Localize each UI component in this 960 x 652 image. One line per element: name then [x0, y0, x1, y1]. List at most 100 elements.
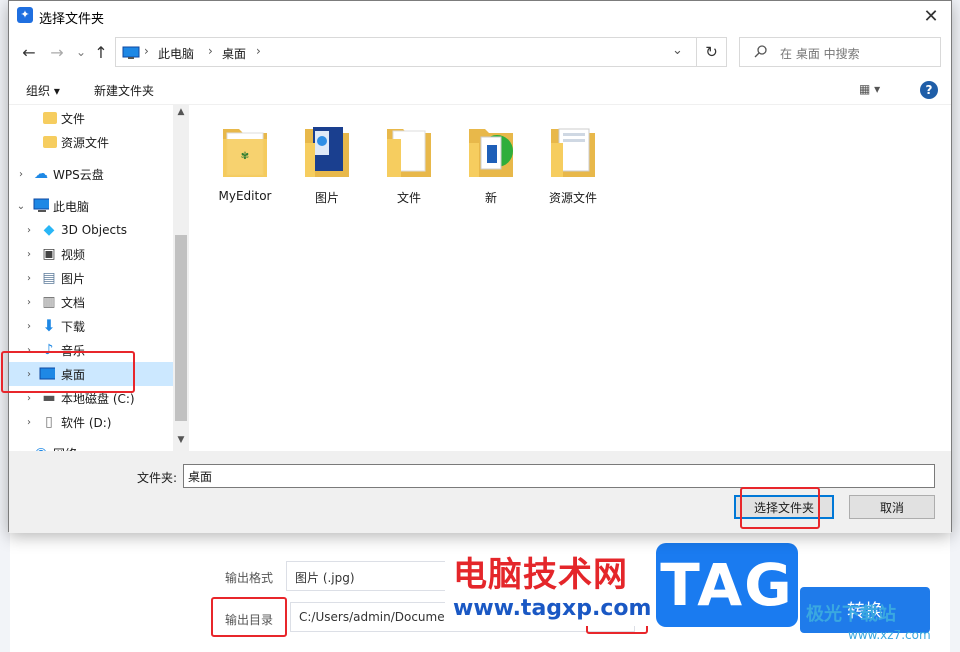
forward-button[interactable]: →	[47, 42, 67, 62]
highlight-output-dir	[211, 597, 287, 637]
tree-item-files[interactable]: 文件	[9, 106, 173, 130]
watermark-site-name: 电脑技术网	[445, 543, 636, 598]
file-item-files[interactable]: 文件	[371, 115, 447, 205]
change-view-button[interactable]: ▦ ▾	[859, 82, 880, 96]
refresh-button[interactable]: ↻	[697, 37, 727, 67]
tree-item-label: WPS云盘	[53, 167, 104, 182]
tree-item-pictures[interactable]: › ▤ 图片	[9, 266, 173, 290]
folder-icon: ✾	[223, 129, 267, 177]
back-button[interactable]: ←	[19, 42, 39, 62]
scroll-up-icon[interactable]: ▲	[173, 107, 189, 121]
breadcrumb-separator: ›	[144, 44, 149, 58]
expand-arrow-icon[interactable]: ›	[23, 249, 35, 260]
folder-icon	[43, 112, 57, 124]
close-icon: ✕	[923, 5, 939, 27]
expand-arrow-icon[interactable]: ›	[23, 273, 35, 284]
scroll-down-icon[interactable]: ▼	[173, 435, 189, 449]
recent-locations-button[interactable]: ⌄	[71, 42, 91, 62]
navigation-bar: ← → ⌄ ↑ › 此电脑 › 桌面 › ⌄ ↻ 在 桌面 中搜索	[9, 34, 951, 70]
tree-item-network[interactable]: › ◉ 网络	[9, 441, 173, 451]
watermark-xz-url: www.xz7.com	[848, 628, 931, 642]
arrow-left-icon: ←	[22, 42, 36, 62]
collapse-arrow-icon[interactable]: ⌄	[15, 201, 27, 212]
file-item-new[interactable]: 新	[453, 115, 529, 205]
address-dropdown-icon[interactable]: ⌄	[672, 43, 683, 58]
file-name: 图片	[314, 191, 339, 205]
tree-item-videos[interactable]: › ▣ 视频	[9, 242, 173, 266]
tree-item-wps-cloud[interactable]: › ☁ WPS云盘	[9, 162, 173, 186]
search-box[interactable]: 在 桌面 中搜索	[739, 37, 941, 67]
chevron-down-icon: ⌄	[75, 45, 87, 59]
breadcrumb-separator: ›	[256, 44, 261, 58]
watermark-url: www.tagxp.com	[445, 596, 651, 626]
dialog-title: 选择文件夹	[39, 12, 105, 27]
watermark-tag-logo: TAG	[656, 543, 798, 627]
folder-label: 文件夹:	[137, 471, 178, 485]
tree-item-this-pc[interactable]: ⌄ 此电脑	[9, 194, 173, 218]
folder-icon	[551, 128, 595, 177]
arrow-right-icon: →	[50, 42, 64, 62]
expand-arrow-icon[interactable]: ›	[23, 297, 35, 308]
file-name: MyEditor	[218, 189, 272, 203]
output-format-select[interactable]: 图片 (.jpg)	[286, 561, 446, 591]
file-list[interactable]: ✾ MyEditor 图片 文件 新 资源文件	[191, 105, 951, 451]
tree-item-label: 3D Objects	[61, 223, 128, 237]
file-item-pictures[interactable]: 图片	[289, 115, 365, 205]
navigation-pane[interactable]: 文件 资源文件 › ☁ WPS云盘 ⌄ 此电脑 › ◆ 3D Objects ›…	[9, 105, 189, 451]
picture-icon: ▤	[42, 270, 56, 286]
select-folder-dialog: ✦ 选择文件夹 ✕ ← → ⌄ ↑ › 此电脑 › 桌面 › ⌄ ↻ 在 桌面 …	[1, 0, 952, 533]
tree-item-downloads[interactable]: › ⬇ 下载	[9, 314, 173, 338]
expand-arrow-icon[interactable]: ›	[23, 393, 35, 404]
tree-item-label: 下载	[61, 319, 86, 334]
download-icon: ⬇	[42, 316, 56, 335]
dialog-titlebar: ✦ 选择文件夹 ✕	[9, 1, 951, 31]
cancel-button[interactable]: 取消	[849, 495, 935, 519]
file-name: 新	[484, 191, 497, 205]
tree-item-label: 文档	[61, 295, 86, 310]
output-format-label: 输出格式	[225, 571, 274, 585]
highlight-desktop	[1, 351, 135, 393]
tree-item-documents[interactable]: › ▥ 文档	[9, 290, 173, 314]
breadcrumb-desktop[interactable]: 桌面	[222, 45, 246, 62]
help-icon: ?	[925, 83, 933, 97]
file-name: 文件	[396, 191, 421, 205]
folder-icon	[43, 136, 57, 148]
computer-icon	[33, 198, 49, 212]
expand-arrow-icon[interactable]: ›	[23, 321, 35, 332]
up-button[interactable]: ↑	[91, 42, 111, 62]
expand-arrow-icon[interactable]: ›	[23, 225, 35, 236]
tree-item-label: 文件	[61, 111, 86, 126]
close-button[interactable]: ✕	[911, 1, 951, 31]
computer-icon	[122, 46, 140, 59]
folder-input[interactable]	[183, 464, 935, 488]
file-item-resources[interactable]: 资源文件	[535, 115, 611, 205]
help-button[interactable]: ?	[920, 81, 938, 99]
tree-item-3d-objects[interactable]: › ◆ 3D Objects	[9, 218, 173, 242]
search-placeholder: 在 桌面 中搜索	[780, 47, 860, 61]
folder-icon	[469, 129, 513, 177]
drive-icon: ▯	[45, 414, 53, 430]
tree-scrollbar[interactable]: ▲ ▼	[173, 105, 189, 451]
cloud-icon: ☁	[34, 166, 48, 182]
breadcrumb-this-pc[interactable]: 此电脑	[158, 45, 194, 62]
video-icon: ▣	[42, 246, 56, 262]
file-item-myeditor[interactable]: ✾ MyEditor	[207, 115, 283, 205]
address-bar[interactable]: › 此电脑 › 桌面 › ⌄	[115, 37, 697, 67]
watermark-xz: 极光下载站	[806, 604, 896, 625]
cube-icon: ◆	[43, 222, 55, 238]
scroll-thumb[interactable]	[175, 235, 187, 421]
folder-icon	[305, 127, 349, 177]
search-icon	[754, 45, 767, 58]
file-name: 资源文件	[548, 191, 597, 205]
app-icon: ✦	[17, 7, 33, 23]
arrow-up-icon: ↑	[94, 42, 108, 62]
tree-item-resources[interactable]: 资源文件	[9, 130, 173, 154]
tree-item-label: 资源文件	[61, 135, 110, 150]
highlight-select-button	[740, 487, 820, 529]
organize-button[interactable]: 组织 ▾	[26, 82, 60, 99]
refresh-icon: ↻	[705, 43, 718, 61]
new-folder-button[interactable]: 新建文件夹	[94, 82, 154, 99]
expand-arrow-icon[interactable]: ›	[15, 169, 27, 180]
expand-arrow-icon[interactable]: ›	[23, 417, 35, 428]
tree-item-drive-d[interactable]: › ▯ 软件 (D:)	[9, 410, 173, 434]
